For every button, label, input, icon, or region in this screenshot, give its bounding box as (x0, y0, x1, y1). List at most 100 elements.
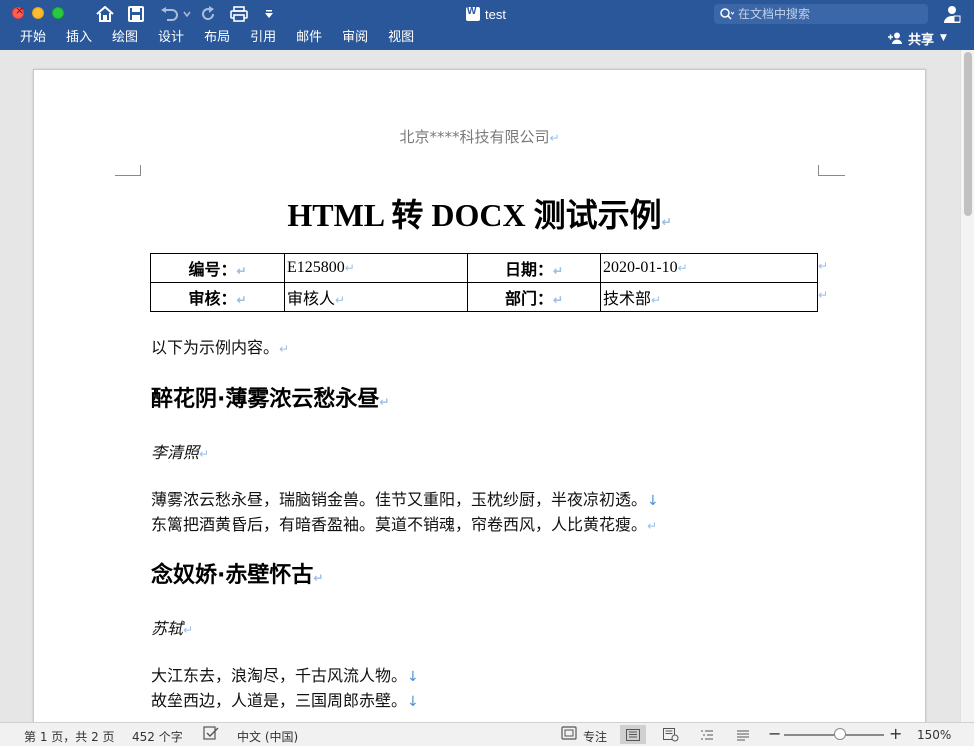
redo-icon[interactable] (198, 4, 218, 24)
table-cell[interactable]: 编号：↵ (150, 253, 285, 283)
page-header-text: 北京****科技有限公司 (399, 128, 550, 146)
poem-title-text: 醉花阴·薄雾浓云愁永昼 (151, 387, 380, 412)
line-break-mark-icon: ↓ (407, 694, 419, 710)
page-header: 北京****科技有限公司↵ (34, 126, 925, 147)
cell-mark-icon: ↵ (677, 261, 688, 275)
table-cell[interactable]: E125800↵ (284, 253, 468, 283)
poem-line: 大江东去，浪淘尽，千古风流人物。↓ (151, 662, 419, 686)
customize-toolbar-icon[interactable] (262, 4, 276, 24)
tab-draw[interactable]: 绘图 (102, 28, 148, 48)
table-cell-text: 2020-01-10 (603, 259, 678, 276)
line-break-mark-icon: ↓ (407, 669, 419, 685)
poem-line: 东篱把酒黄昏后，有暗香盈袖。莫道不销魂，帘卷西风，人比黄花瘦。↵ (151, 511, 657, 535)
minimize-window-button[interactable] (32, 7, 44, 19)
document-heading-text: HTML 转 DOCX 测试示例 (287, 197, 662, 233)
account-icon[interactable] (942, 4, 962, 24)
cell-mark-icon: ↵ (344, 261, 355, 275)
close-window-button[interactable] (12, 4, 24, 19)
table-cell-text: 编号： (188, 262, 237, 279)
word-count[interactable]: 452 个字 (132, 728, 183, 745)
poem-line: 薄雾浓云愁永昼，瑞脑销金兽。佳节又重阳，玉枕纱厨，半夜凉初透。↓ (151, 486, 659, 510)
table-cell[interactable]: 审核：↵ (150, 282, 285, 312)
tab-mailings[interactable]: 邮件 (286, 28, 332, 48)
paragraph-mark-icon: ↵ (183, 623, 194, 637)
row-end-mark-icon: ↵ (818, 288, 829, 302)
proofing-icon[interactable] (203, 726, 219, 743)
cell-mark-icon: ↵ (552, 293, 564, 307)
paragraph-mark-icon: ↵ (199, 447, 210, 461)
crop-mark-left (115, 165, 141, 176)
home-icon[interactable] (95, 4, 115, 24)
paragraph-mark-icon: ↵ (647, 519, 658, 533)
cell-mark-icon: ↵ (236, 264, 247, 278)
print-layout-view-button[interactable] (620, 725, 646, 744)
row-end-mark-icon: ↵ (818, 259, 829, 273)
paragraph-mark-icon: ↵ (661, 215, 672, 229)
table-cell-text: 审核人 (287, 291, 336, 308)
print-icon[interactable] (228, 4, 250, 24)
line-break-mark-icon: ↓ (647, 493, 659, 509)
table-cell-text: 部门： (504, 291, 553, 308)
draft-view-button[interactable] (730, 725, 756, 744)
poem-author-text: 李清照 (151, 443, 200, 462)
tab-layout[interactable]: 布局 (194, 28, 240, 48)
share-label: 共享 (908, 32, 935, 48)
document-title-text: test (485, 6, 506, 22)
paragraph-mark-icon: ↵ (379, 395, 390, 409)
page-count[interactable]: 第 1 页，共 2 页 (24, 728, 115, 745)
table-cell[interactable]: 审核人↵ (284, 282, 468, 312)
table-cell-text: 技术部 (603, 291, 652, 308)
cell-mark-icon: ↵ (335, 293, 346, 307)
document-page[interactable]: 北京****科技有限公司↵ HTML 转 DOCX 测试示例↵ 编号：↵ E12… (33, 69, 926, 722)
web-layout-view-button[interactable] (658, 725, 684, 744)
zoom-out-icon[interactable]: − (768, 724, 781, 743)
search-input[interactable] (738, 7, 918, 21)
search-box[interactable] (714, 4, 928, 24)
save-icon[interactable] (126, 4, 146, 24)
tab-home[interactable]: 开始 (0, 28, 56, 48)
poem-line-text: 故垒西边，人道是，三国周郎赤壁。 (151, 691, 408, 710)
table-cell-text: 审核： (188, 291, 237, 308)
cell-mark-icon: ↵ (552, 264, 564, 278)
intro-paragraph: 以下为示例内容。↵ (151, 334, 289, 358)
document-workspace[interactable]: 北京****科技有限公司↵ HTML 转 DOCX 测试示例↵ 编号：↵ E12… (0, 50, 974, 722)
undo-dropdown-icon[interactable] (182, 4, 192, 24)
poem-line-text: 大江东去，浪淘尽，千古风流人物。 (151, 666, 408, 685)
tab-references[interactable]: 引用 (240, 28, 286, 48)
table-cell[interactable]: 2020-01-10↵ (600, 253, 818, 283)
focus-icon[interactable] (561, 726, 577, 743)
table-cell[interactable]: 部门：↵ (467, 282, 601, 312)
cell-mark-icon: ↵ (236, 293, 247, 307)
search-icon (720, 8, 734, 20)
language-indicator[interactable]: 中文 (中国) (237, 728, 298, 745)
add-person-icon (888, 32, 902, 44)
cell-mark-icon: ↵ (651, 293, 662, 307)
zoom-window-button[interactable] (52, 7, 64, 19)
table-cell[interactable]: 日期：↵ (467, 253, 601, 283)
poem-author-text: 苏轼 (151, 619, 184, 638)
web-layout-icon (663, 727, 679, 741)
zoom-in-icon[interactable]: + (889, 724, 902, 743)
share-button[interactable]: 共享 ▼ (888, 28, 947, 48)
tab-design[interactable]: 设计 (148, 28, 194, 48)
outline-view-button[interactable] (694, 725, 720, 744)
crop-mark-right (818, 165, 845, 176)
tab-view[interactable]: 视图 (378, 28, 424, 48)
tab-review[interactable]: 审阅 (332, 28, 378, 48)
poem-title-text: 念奴娇·赤壁怀古 (151, 563, 314, 588)
zoom-slider-handle[interactable] (834, 728, 846, 740)
poem-title: 念奴娇·赤壁怀古↵ (151, 557, 323, 589)
poem-author: 苏轼↵ (151, 615, 193, 639)
tab-insert[interactable]: 插入 (56, 28, 102, 48)
ribbon-tabs: 开始 插入 绘图 设计 布局 引用 邮件 审阅 视图 (0, 28, 424, 48)
info-table: 编号：↵ E125800↵ 日期：↵ 2020-01-10↵ 审核：↵ 审核人↵… (150, 253, 818, 312)
scrollbar-thumb[interactable] (964, 52, 972, 216)
undo-icon[interactable] (158, 4, 180, 24)
document-heading: HTML 转 DOCX 测试示例↵ (34, 190, 925, 236)
focus-mode-button[interactable]: 专注 (583, 728, 607, 745)
table-cell[interactable]: 技术部↵ (600, 282, 818, 312)
zoom-level[interactable]: 150% (917, 728, 951, 742)
paragraph-mark-icon: ↵ (549, 131, 560, 145)
poem-title: 醉花阴·薄雾浓云愁永昼↵ (151, 381, 389, 413)
vertical-scrollbar[interactable] (960, 50, 974, 722)
